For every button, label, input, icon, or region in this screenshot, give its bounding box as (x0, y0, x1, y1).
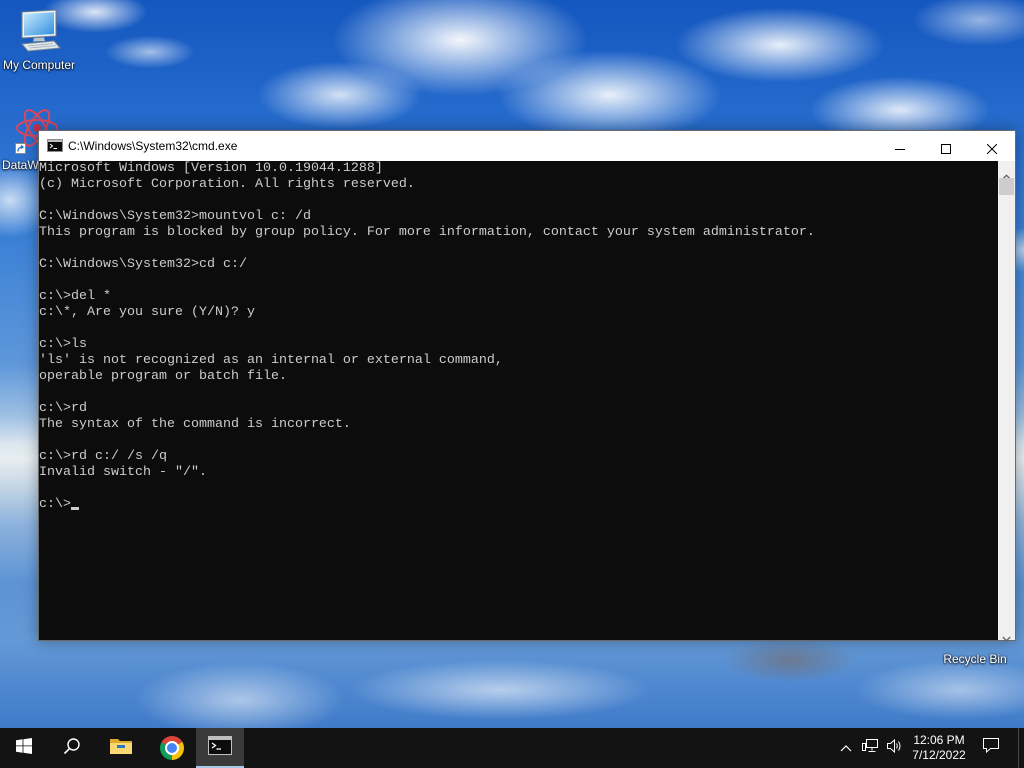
network-button[interactable] (858, 728, 882, 768)
console-prompt-line[interactable]: c:\> (39, 497, 998, 513)
start-button[interactable] (0, 728, 48, 768)
scroll-thumb[interactable] (999, 178, 1014, 195)
chrome-icon (160, 736, 184, 760)
desktop-icon-label: Recycle Bin (943, 652, 1007, 666)
notification-icon (982, 737, 1000, 759)
terminal-icon (47, 139, 63, 152)
taskbar-file-explorer[interactable] (97, 728, 145, 768)
title-bar[interactable]: C:\Windows\System32\cmd.exe (39, 131, 1015, 161)
search-icon (63, 737, 81, 760)
console-line: operable program or batch file. (39, 369, 287, 384)
show-hidden-icons-button[interactable] (834, 728, 858, 768)
maximize-button[interactable] (923, 131, 969, 161)
text-cursor (71, 507, 79, 510)
console-line: (c) Microsoft Corporation. All rights re… (39, 177, 415, 192)
minimize-icon (895, 141, 905, 151)
scroll-up-button[interactable] (998, 161, 1015, 179)
taskbar-command-prompt[interactable] (196, 728, 244, 768)
taskbar: 12:06 PM 7/12/2022 (0, 728, 1024, 768)
close-icon (986, 141, 998, 155)
minimize-button[interactable] (877, 131, 923, 161)
clock-time: 12:06 PM (913, 733, 965, 747)
console-line: c:\>rd c:/ /s /q (39, 449, 167, 464)
shortcut-arrow-icon (15, 141, 26, 159)
volume-button[interactable] (882, 728, 906, 768)
folder-icon (109, 736, 133, 761)
console-line: 'ls' is not recognized as an internal or… (39, 353, 503, 368)
action-center-button[interactable] (968, 728, 1014, 768)
close-button[interactable] (969, 131, 1015, 161)
console-line: c:\*, Are you sure (Y/N)? y (39, 305, 255, 320)
computer-icon (16, 8, 62, 57)
scroll-down-arrow-icon (1002, 629, 1011, 642)
cmd-window: C:\Windows\System32\cmd.exe Microsoft Wi… (38, 130, 1016, 642)
scroll-down-button[interactable] (998, 623, 1015, 642)
taskbar-clock[interactable]: 12:06 PM 7/12/2022 (908, 728, 970, 768)
chevron-up-icon (840, 739, 852, 757)
console-line: c:\>del * (39, 289, 111, 304)
desktop-icon-my-computer[interactable]: My Computer (0, 0, 78, 76)
taskbar-chrome[interactable] (148, 728, 196, 768)
maximize-icon (941, 141, 951, 154)
scroll-up-arrow-icon (1002, 167, 1011, 179)
console-output[interactable]: Microsoft Windows [Version 10.0.19044.12… (39, 161, 998, 640)
clock-date: 7/12/2022 (912, 748, 966, 762)
console-line: Invalid switch - "/". (39, 465, 207, 480)
console-line: This program is blocked by group policy.… (39, 225, 815, 240)
console-prompt: c:\> (39, 497, 71, 512)
window-title: C:\Windows\System32\cmd.exe (68, 139, 238, 153)
console-line: c:\>rd (39, 401, 87, 416)
console-line: c:\>ls (39, 337, 87, 352)
console-line: Microsoft Windows [Version 10.0.19044.12… (39, 161, 383, 176)
console-line: C:\Windows\System32>mountvol c: /d (39, 209, 311, 224)
search-button[interactable] (48, 728, 96, 768)
desktop-icon-label: My Computer (2, 58, 76, 72)
network-icon (862, 738, 878, 758)
console-line: The syntax of the command is incorrect. (39, 417, 351, 432)
vertical-scrollbar[interactable] (998, 161, 1015, 642)
terminal-icon (208, 736, 232, 760)
show-desktop-button[interactable] (1018, 728, 1024, 768)
volume-icon (886, 738, 902, 759)
console-line: C:\Windows\System32>cd c:/ (39, 257, 247, 272)
windows-logo-icon (16, 737, 32, 759)
desktop-icon-label: DataW (2, 158, 39, 172)
